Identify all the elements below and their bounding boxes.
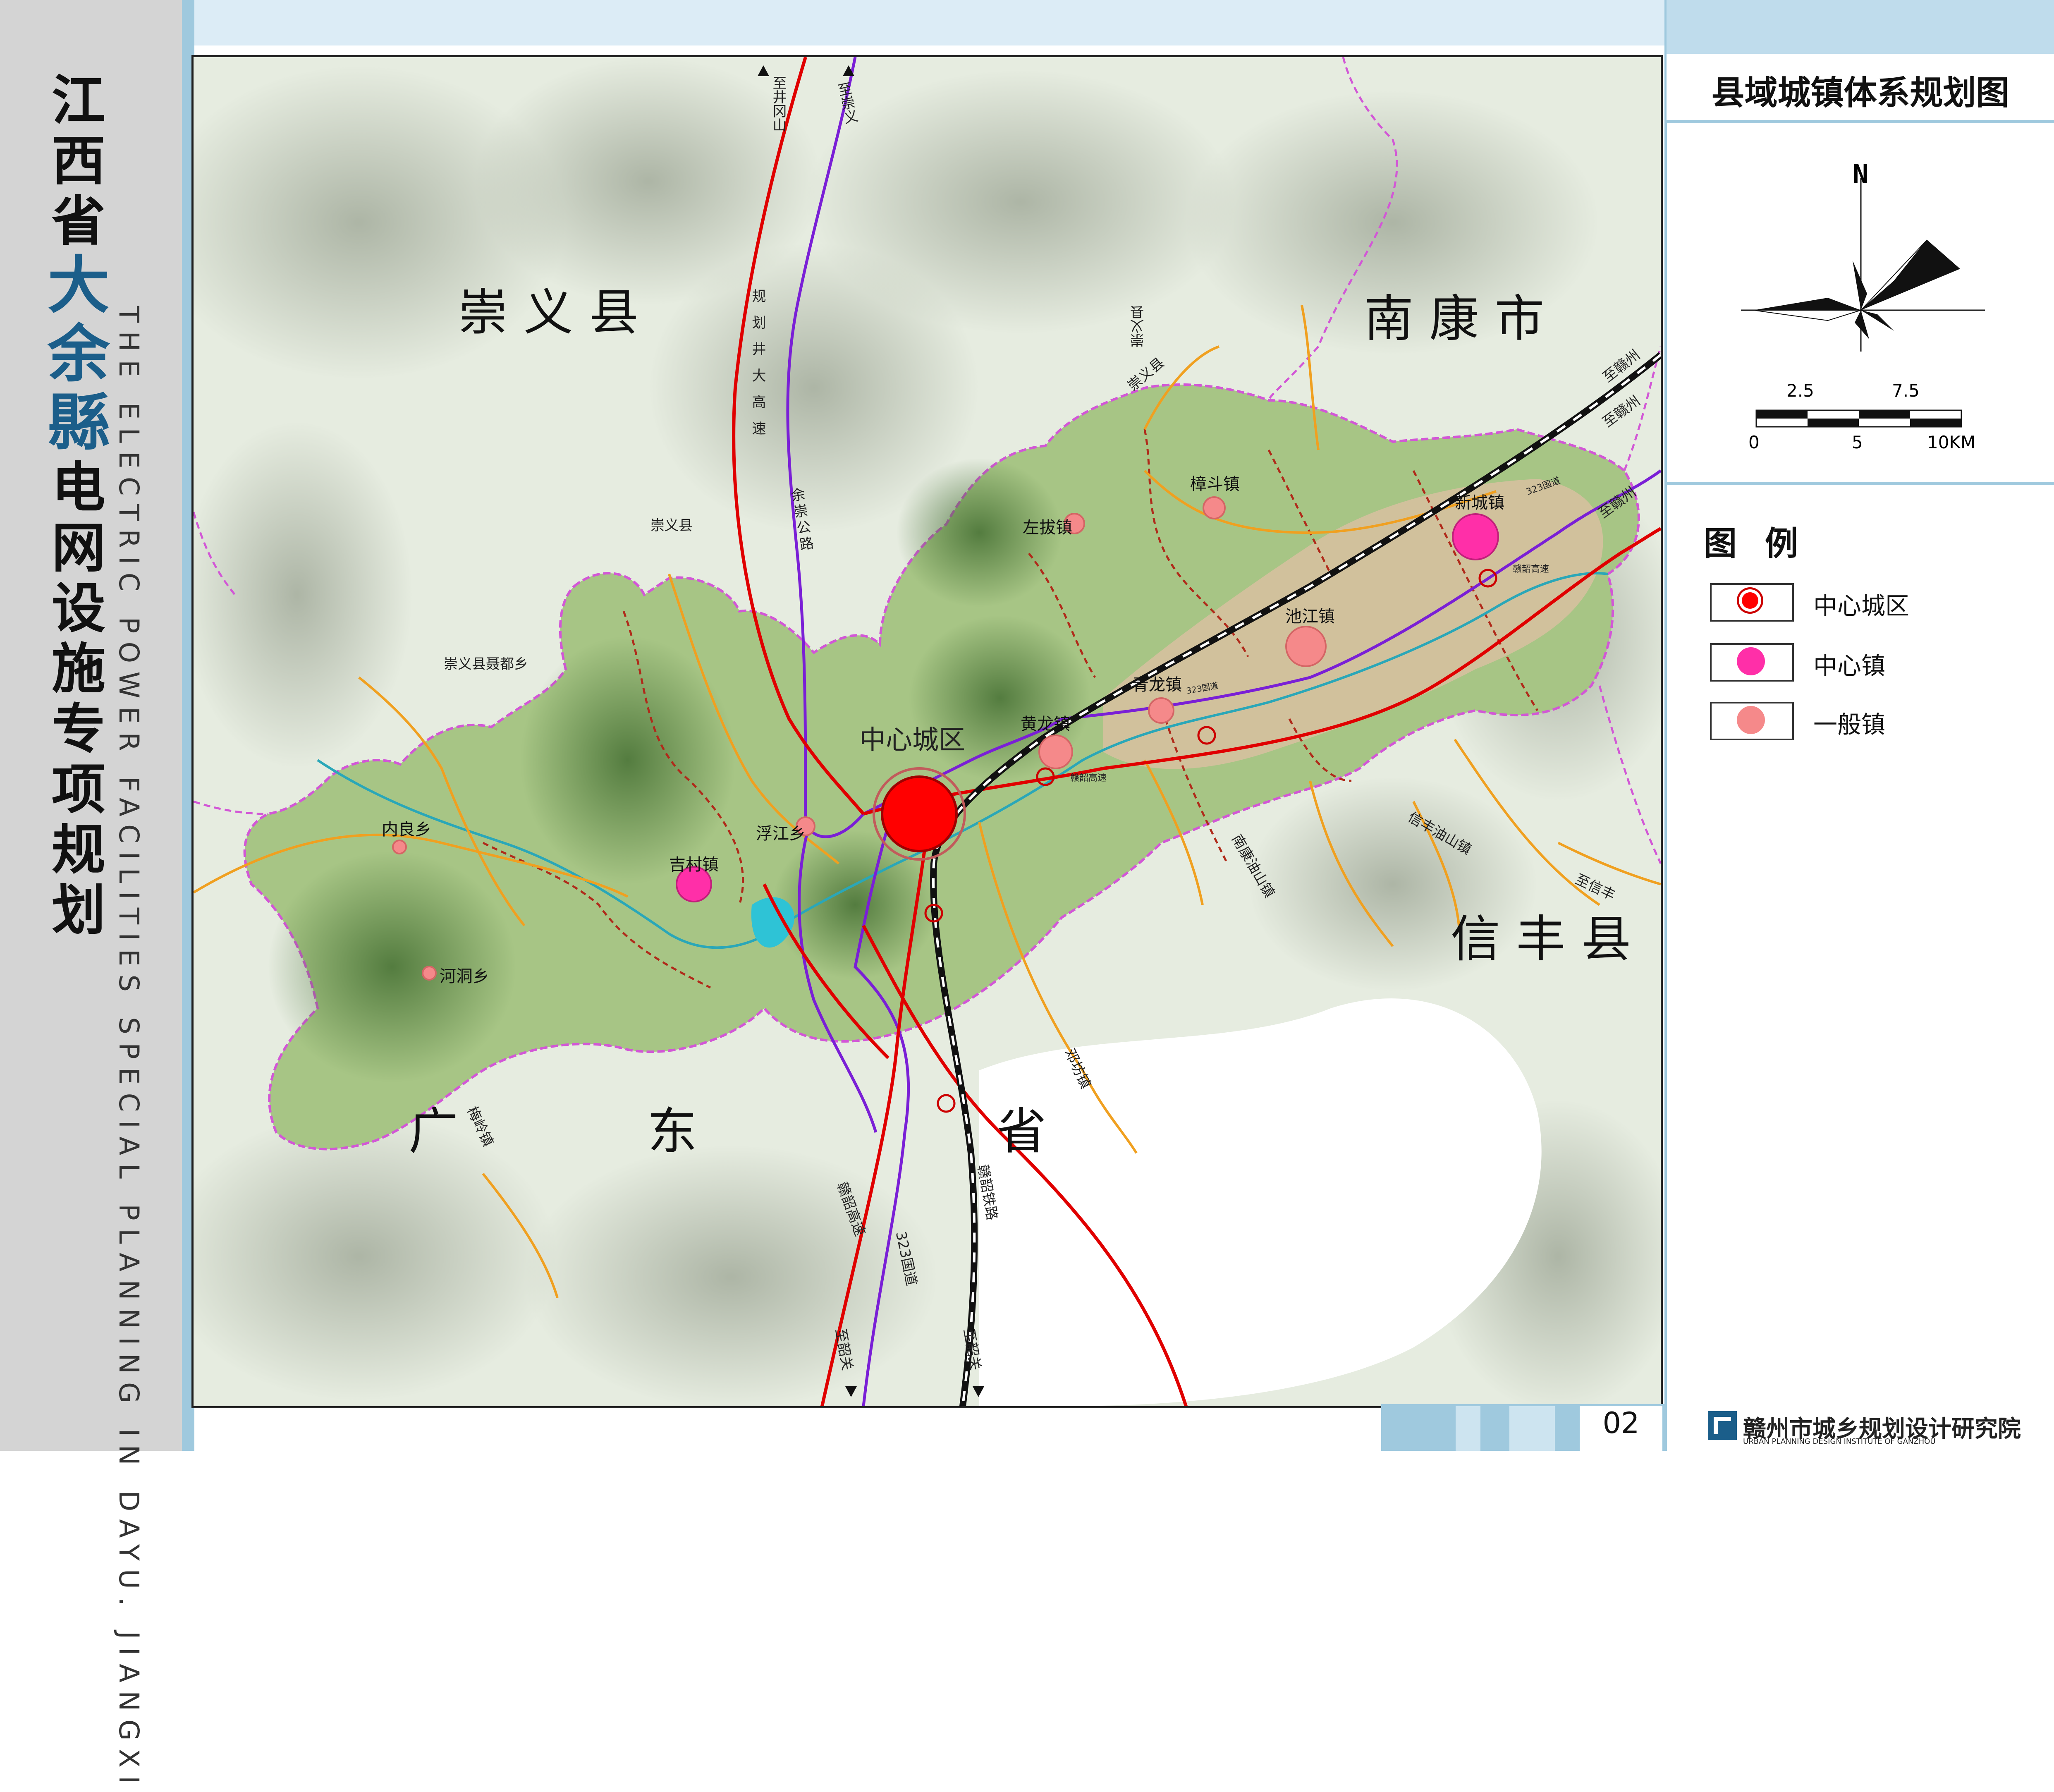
footer-block (1509, 1406, 1555, 1451)
fujiang-label: 浮江乡 (756, 824, 806, 843)
title-char: 划 (51, 879, 105, 942)
center-city-label: 中心城区 (859, 725, 965, 756)
title-char-county: 大 (48, 250, 110, 322)
institute-logo-icon (1708, 1411, 1737, 1440)
title-char: 设 (51, 577, 105, 640)
legend-label-center-city: 中心城区 (1813, 592, 1910, 620)
xincheng-marker[interactable] (1452, 513, 1499, 560)
huanglong-label: 黄龙镇 (1021, 715, 1070, 734)
center-city-marker[interactable] (873, 767, 966, 861)
chijiang-marker[interactable] (1285, 626, 1327, 667)
main-title: 江 西 省 大 余 縣 电 网 设 施 专 项 规 划 (48, 70, 110, 940)
scale-label-7.5: 7.5 (1892, 380, 1920, 401)
hedong-label: 河洞乡 (440, 967, 489, 986)
page-number: 02 (1602, 1406, 1640, 1440)
top-strip (194, 0, 1664, 45)
map-title: 县域城镇体系规划图 (1711, 74, 2009, 112)
title-char-county: 余 (48, 318, 110, 390)
compass-north-label: N (1853, 159, 1869, 190)
institute-english-name: URBAN PLANNING DESIGN INSTITUTE OF GANZH… (1743, 1437, 1936, 1446)
jicun-label: 吉村镇 (669, 855, 719, 874)
qinglong-label: 青龙镇 (1132, 675, 1182, 694)
title-char-county: 縣 (48, 387, 110, 459)
region-label-chongyi: 崇 义 县 (458, 284, 639, 342)
footer-block (1456, 1406, 1480, 1451)
label-to-jinggangshan: 至井冈山 (770, 76, 787, 132)
legend-panel-header (1667, 0, 2054, 54)
zhangdou-label: 樟斗镇 (1190, 475, 1240, 494)
legend-title: 图 例 (1704, 524, 1806, 563)
label-chongyi-top2: 崇义县 (1130, 305, 1147, 347)
qinglong-marker[interactable] (1148, 697, 1174, 724)
region-label-guangdong: 广 东 省 (409, 1103, 1047, 1160)
legend-symbol-central-town (1737, 647, 1765, 675)
title-char: 省 (51, 190, 105, 253)
legend-symbol-center-city-fill (1742, 592, 1758, 609)
hedong-marker[interactable] (422, 966, 437, 981)
label-ganshao-mid: 赣韶高速 (1070, 773, 1107, 783)
scale-bar (1755, 409, 1962, 428)
label-chongyi-county: 崇义县 (650, 517, 693, 534)
neiliang-marker[interactable] (392, 840, 407, 854)
english-subtitle: THE ELECTRIC POWER FACILITIES SPECIAL PL… (113, 306, 145, 1792)
title-char: 网 (51, 517, 105, 579)
title-char: 项 (51, 758, 105, 821)
scale-label-2.5: 2.5 (1786, 380, 1814, 401)
huanglong-marker[interactable] (1038, 735, 1073, 769)
region-label-xinfeng: 信 丰 县 (1451, 911, 1631, 968)
legend-label-general-town: 一般镇 (1813, 711, 1886, 739)
chijiang-label: 池江镇 (1285, 607, 1335, 626)
label-chongyi-nie: 崇义县聂都乡 (444, 656, 528, 672)
scale-label-5: 5 (1852, 432, 1863, 452)
label-planned-expressway: 规划井大高速 (749, 289, 766, 447)
scale-label-10km: 10KM (1927, 432, 1976, 452)
xincheng-label: 新城镇 (1455, 493, 1504, 512)
legend-symbol-general-town (1737, 706, 1765, 734)
legend-label-central-town: 中心镇 (1813, 652, 1886, 680)
scale-label-0: 0 (1748, 432, 1760, 452)
map-frame[interactable]: 崇 义 县 南 康 市 信 丰 县 广 东 省 中心城区 新城镇 吉村镇 樟斗镇… (191, 55, 1663, 1408)
title-char: 施 (51, 637, 105, 700)
title-char: 西 (51, 129, 105, 192)
region-label-nankang: 南 康 市 (1364, 290, 1545, 348)
legend-separator (1667, 482, 2054, 485)
title-char: 江 (51, 69, 105, 132)
label-ganshao-ne: 赣韶高速 (1513, 564, 1549, 574)
neiliang-label: 内良乡 (382, 820, 431, 839)
title-char: 专 (51, 698, 105, 761)
zuoba-label: 左拔镇 (1023, 518, 1072, 537)
zhangdou-marker[interactable] (1203, 496, 1226, 519)
title-char: 电 (51, 456, 105, 519)
title-char: 规 (51, 818, 105, 881)
